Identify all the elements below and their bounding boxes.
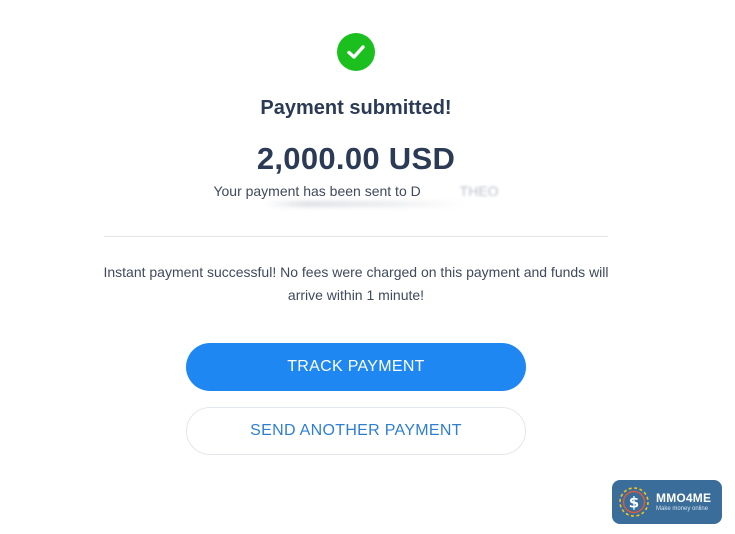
recipient-name-redacted: [421, 183, 460, 199]
svg-text:$: $: [629, 494, 639, 512]
send-another-payment-button[interactable]: SEND ANOTHER PAYMENT: [186, 407, 526, 455]
mmo4me-watermark: $ MMO4ME Make money online: [612, 480, 722, 524]
sent-to-text: Your payment has been sent to: [213, 183, 411, 199]
payment-status-title: Payment submitted!: [260, 97, 452, 119]
dollar-coin-icon: $: [618, 486, 650, 518]
track-payment-button[interactable]: TRACK PAYMENT: [186, 343, 526, 391]
watermark-brand: MMO4ME: [656, 491, 712, 505]
payment-amount: 2,000.00 USD: [256, 141, 456, 176]
watermark-tagline: Make money online: [656, 506, 709, 512]
recipient-line: Your payment has been sent to D THEO: [0, 183, 712, 203]
recipient-name: D: [410, 183, 421, 199]
recipient-email-redacted: [265, 201, 465, 207]
instant-payment-message: Instant payment successful! No fees were…: [103, 264, 609, 303]
recipient-name-suffix: THEO: [459, 183, 499, 199]
section-divider: [104, 236, 608, 237]
check-circle-icon: [337, 33, 375, 71]
